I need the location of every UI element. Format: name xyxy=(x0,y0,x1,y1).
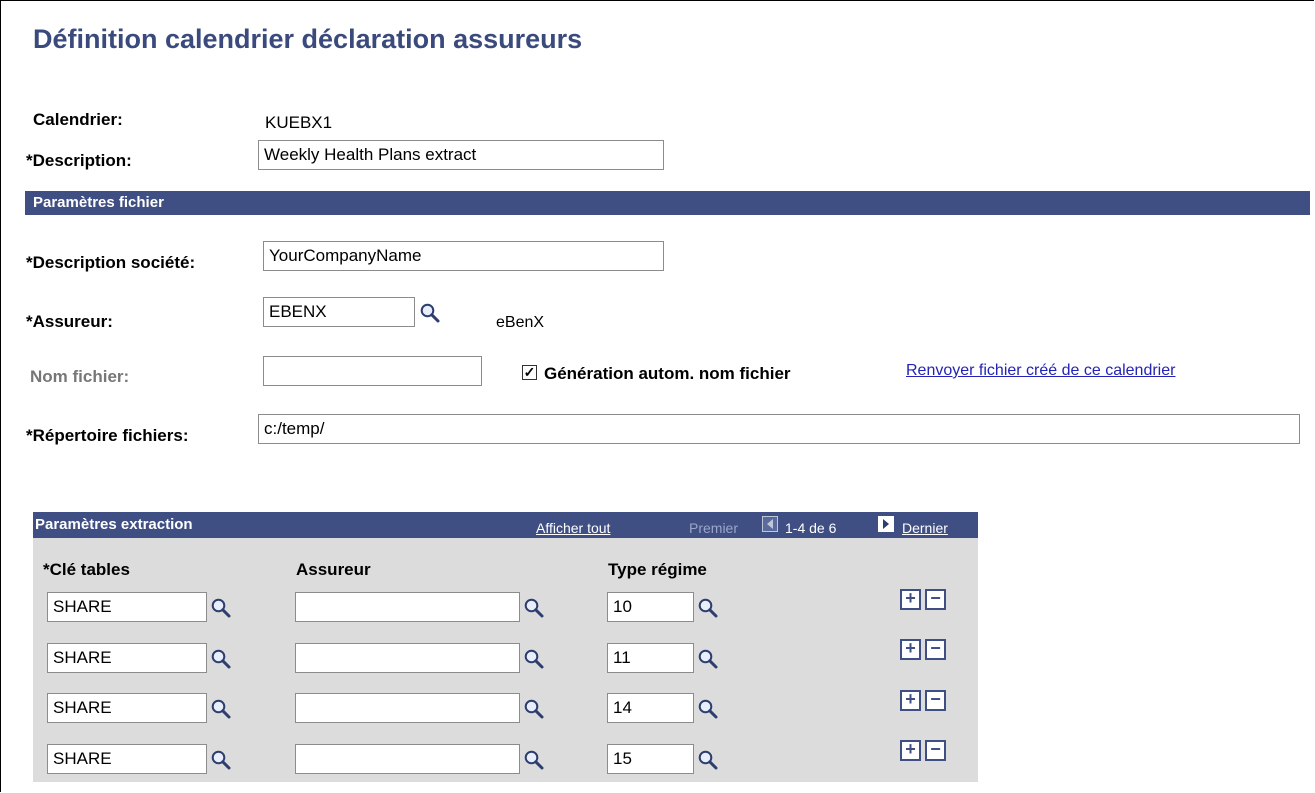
plan-type-lookup-icon[interactable] xyxy=(697,749,719,771)
insurer-name: eBenX xyxy=(496,314,545,331)
company-description-label: *Description société: xyxy=(26,253,196,272)
setid-lookup-icon[interactable] xyxy=(210,648,232,670)
previous-arrow-icon[interactable] xyxy=(762,516,778,532)
setid-lookup-icon[interactable] xyxy=(210,597,232,619)
auto-filename-checkbox[interactable]: ✓ xyxy=(522,365,537,380)
add-row-button[interactable]: + xyxy=(900,639,921,660)
calendar-label: Calendrier: xyxy=(33,110,123,129)
auto-filename-label: Génération autom. nom fichier xyxy=(544,364,791,383)
row-insurer-input[interactable] xyxy=(295,744,520,774)
first-label: Premier xyxy=(689,520,739,536)
directory-label: *Répertoire fichiers: xyxy=(26,426,189,445)
setid-input[interactable] xyxy=(47,592,207,622)
file-params-section-bar: Paramètres fichier xyxy=(25,191,1310,215)
calendar-value: KUEBX1 xyxy=(265,113,333,132)
add-row-button[interactable]: + xyxy=(900,740,921,761)
delete-row-button[interactable]: − xyxy=(925,690,946,711)
plan-type-input[interactable] xyxy=(607,744,694,774)
column-header-setid: *Clé tables xyxy=(43,560,130,579)
setid-lookup-icon[interactable] xyxy=(210,698,232,720)
insurer-label: *Assureur: xyxy=(26,312,113,331)
view-all-link[interactable]: Afficher tout xyxy=(536,520,610,536)
insurer-lookup-icon[interactable] xyxy=(523,597,545,619)
page-title: Définition calendrier déclaration assure… xyxy=(33,24,583,54)
resend-file-link[interactable]: Renvoyer fichier créé de ce calendrier xyxy=(906,362,1175,380)
setid-input[interactable] xyxy=(47,643,207,673)
plan-type-input[interactable] xyxy=(607,643,694,673)
delete-row-button[interactable]: − xyxy=(925,589,946,610)
plan-type-lookup-icon[interactable] xyxy=(697,648,719,670)
row-insurer-input[interactable] xyxy=(295,693,520,723)
description-label: *Description: xyxy=(26,151,132,170)
filename-label: Nom fichier: xyxy=(30,367,130,386)
delete-row-button[interactable]: − xyxy=(925,639,946,660)
insurer-lookup-icon[interactable] xyxy=(523,648,545,670)
insurer-input[interactable] xyxy=(263,297,415,327)
filename-input[interactable] xyxy=(263,356,482,386)
add-row-button[interactable]: + xyxy=(900,589,921,610)
insurer-lookup-icon[interactable] xyxy=(419,302,441,324)
file-params-section-title: Paramètres fichier xyxy=(33,194,164,211)
description-input[interactable] xyxy=(258,140,664,170)
pagination-range: 1-4 de 6 xyxy=(785,520,837,536)
extraction-params-title: Paramètres extraction xyxy=(35,516,193,533)
row-insurer-input[interactable] xyxy=(295,643,520,673)
row-insurer-input[interactable] xyxy=(295,592,520,622)
next-arrow-icon[interactable] xyxy=(878,516,894,532)
extraction-params-header: Paramètres extraction Afficher tout Prem… xyxy=(33,512,978,539)
insurer-lookup-icon[interactable] xyxy=(523,749,545,771)
add-row-button[interactable]: + xyxy=(900,690,921,711)
setid-input[interactable] xyxy=(47,744,207,774)
directory-input[interactable] xyxy=(258,414,1300,444)
plan-type-input[interactable] xyxy=(607,693,694,723)
setid-input[interactable] xyxy=(47,693,207,723)
column-header-insurer: Assureur xyxy=(296,560,371,579)
column-header-plan-type: Type régime xyxy=(608,560,707,579)
plan-type-input[interactable] xyxy=(607,592,694,622)
setid-lookup-icon[interactable] xyxy=(210,749,232,771)
plan-type-lookup-icon[interactable] xyxy=(697,597,719,619)
company-description-input[interactable] xyxy=(263,241,664,271)
plan-type-lookup-icon[interactable] xyxy=(697,698,719,720)
last-link[interactable]: Dernier xyxy=(902,520,948,536)
delete-row-button[interactable]: − xyxy=(925,740,946,761)
insurer-lookup-icon[interactable] xyxy=(523,698,545,720)
